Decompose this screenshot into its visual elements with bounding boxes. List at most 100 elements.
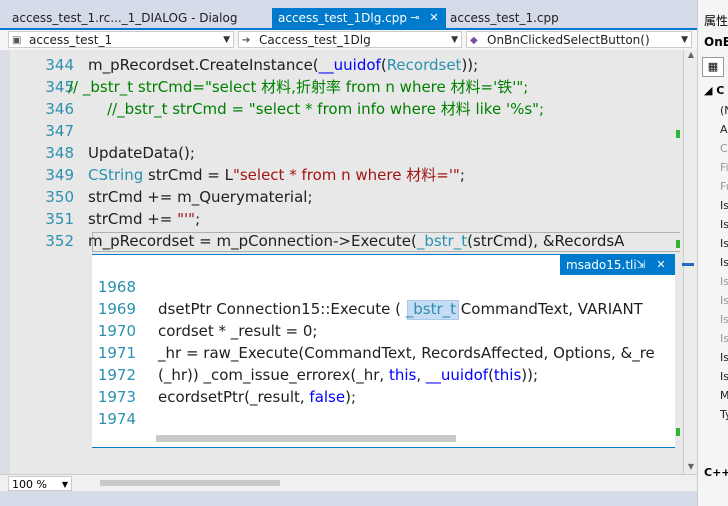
peek-code-line: 1974 [92,408,675,430]
property-row[interactable]: Is [720,313,728,326]
property-row[interactable]: Is [720,294,728,307]
navigation-bar: ▣ access_test_1 ▼ ➔ Caccess_test_1Dlg ▼ … [0,30,697,51]
method-icon: ◆ [470,35,478,46]
line-number: 351 [45,210,74,228]
line-number: 1973 [97,388,136,406]
peek-code-line: 1972 (_hr)) _com_issue_errorex(_hr, this,… [92,364,675,386]
property-row[interactable]: Is [720,370,728,383]
change-marker [676,428,680,436]
horizontal-scroll-thumb[interactable] [100,480,280,486]
code-token: __uuidof [318,56,381,74]
code-line: 348 UpdateData(); [10,142,683,164]
line-number: 347 [45,122,74,140]
property-row[interactable]: Ty [720,408,728,421]
code-token: cordset * _result = 0; [158,322,318,340]
project-dropdown-value: access_test_1 [29,33,113,47]
status-gap [0,491,697,506]
property-row[interactable]: M [720,389,728,402]
properties-title: 属性 [704,14,728,28]
scroll-up-icon[interactable]: ▲ [684,50,698,62]
code-text: dsetPtr Connection15::Execute ( _bstr_t … [158,298,643,320]
line-number: 1969 [97,300,136,318]
property-row[interactable]: (N [720,104,728,117]
chevron-down-icon: ▼ [451,35,458,45]
peek-scroll-thumb[interactable] [156,435,456,442]
code-line: 350 strCmd += m_Querymaterial; [10,186,683,208]
code-token: "select * from n where 材料='" [232,166,460,184]
code-token: this [388,366,417,384]
peek-file-tab[interactable]: msado15.tli ⇲ ✕ [560,255,675,275]
code-text: CString strCmd = L"select * from n where… [88,164,465,186]
code-text: strCmd += "'"; [88,208,200,230]
code-line: 345// _bstr_t strCmd="select 材料,折射率 from… [10,76,683,98]
code-token: dsetPtr Connection15::Execute ( [158,300,406,318]
code-text: //_bstr_t strCmd = "select * from info w… [88,98,544,120]
code-token: __uuidof [425,366,489,384]
code-text: m_pRecordset = m_pConnection->Execute(_b… [88,230,624,252]
line-number: 346 [45,100,74,118]
property-row[interactable]: Is [720,218,728,231]
property-row[interactable]: Fu [720,180,728,193]
peek-file-name: msado15.tli [566,258,637,272]
code-line: 347 [10,120,683,142]
code-text: UpdateData(); [88,142,195,164]
change-marker [676,240,680,248]
property-row[interactable]: Is [720,256,728,269]
categorized-view-icon[interactable]: ▦ [702,57,724,77]
member-dropdown[interactable]: ◆ OnBnClickedSelectButton() ▼ [466,31,692,48]
member-dropdown-value: OnBnClickedSelectButton() [487,33,650,47]
code-token: _hr = raw_Execute(CommandText, RecordsAf… [158,344,655,362]
property-row[interactable]: Is [720,199,728,212]
properties-footer: C++ [704,466,728,479]
peek-code-line: 1968 [92,276,675,298]
class-dropdown[interactable]: ➔ Caccess_test_1Dlg ▼ [238,31,462,48]
peek-definition-window[interactable]: msado15.tli ⇲ ✕ 1968 1969 dsetPtr Connecti… [92,254,675,448]
promote-to-document-icon[interactable]: ⇲ [634,255,648,275]
zoom-dropdown[interactable]: 100 % ▼ [8,476,72,491]
code-token: // _bstr_t strCmd="select 材料,折射率 from n … [68,78,529,96]
scroll-down-icon[interactable]: ▼ [684,462,698,474]
property-row[interactable]: Is [720,237,728,250]
property-row[interactable]: Is [720,332,728,345]
code-token: //_bstr_t strCmd = "select * from info w… [88,100,545,118]
code-token: ); [345,388,357,406]
line-number: 349 [45,166,74,184]
editor-bottom-bar: 100 % ▼ [0,474,697,492]
zoom-value: 100 % [12,478,47,491]
chevron-down-icon: ▼ [61,480,68,489]
code-line: 344 m_pRecordset.CreateInstance(__uuidof(… [10,54,683,76]
tab-dialog-resource[interactable]: access_test_1.rc..._1_DIALOG - Dialog [0,8,272,28]
code-token: _bstr_t [416,232,468,250]
line-number: 350 [45,188,74,206]
project-dropdown[interactable]: ▣ access_test_1 ▼ [8,31,234,48]
code-token: UpdateData(); [88,144,195,162]
code-line: 349 CString strCmd = L"select * from n wh… [10,164,683,186]
code-text: (_hr)) _com_issue_errorex(_hr, this, __u… [158,364,538,386]
caret-marker [682,263,694,266]
code-line: 351 strCmd += "'"; [10,208,683,230]
code-token: ecordsetPtr(_result, [158,388,310,406]
code-token: false [309,388,346,406]
change-marker [676,130,680,138]
property-row[interactable]: Is [720,275,728,288]
tab-dlg-cpp[interactable]: access_test_1Dlg.cpp ⊸ ✕ [272,8,446,28]
tab-label: access_test_1Dlg.cpp [278,11,407,25]
code-line: 346 //_bstr_t strCmd = "select * from in… [10,98,683,120]
project-icon: ▣ [12,35,22,46]
code-text: // _bstr_t strCmd="select 材料,折射率 from n … [68,76,528,98]
vertical-scrollbar[interactable]: ▲ ▼ [676,50,698,474]
property-row[interactable]: Fi [720,161,728,174]
pin-icon[interactable]: ⊸ [408,8,422,28]
property-row[interactable]: Is [720,351,728,364]
tab-app-cpp[interactable]: access_test_1.cpp [446,8,606,28]
tab-label: access_test_1.rc..._1_DIALOG - Dialog [12,11,238,25]
chevron-down-icon: ▼ [681,35,688,45]
property-row[interactable]: A [720,123,728,136]
close-icon[interactable]: ✕ [427,8,441,28]
line-number: 1972 [97,366,136,384]
code-token: Recordset [386,56,462,74]
close-icon[interactable]: ✕ [654,255,668,275]
property-row[interactable]: C [720,142,728,155]
code-token: ; [459,166,465,184]
code-token: m_pRecordset.CreateInstance( [88,56,319,74]
